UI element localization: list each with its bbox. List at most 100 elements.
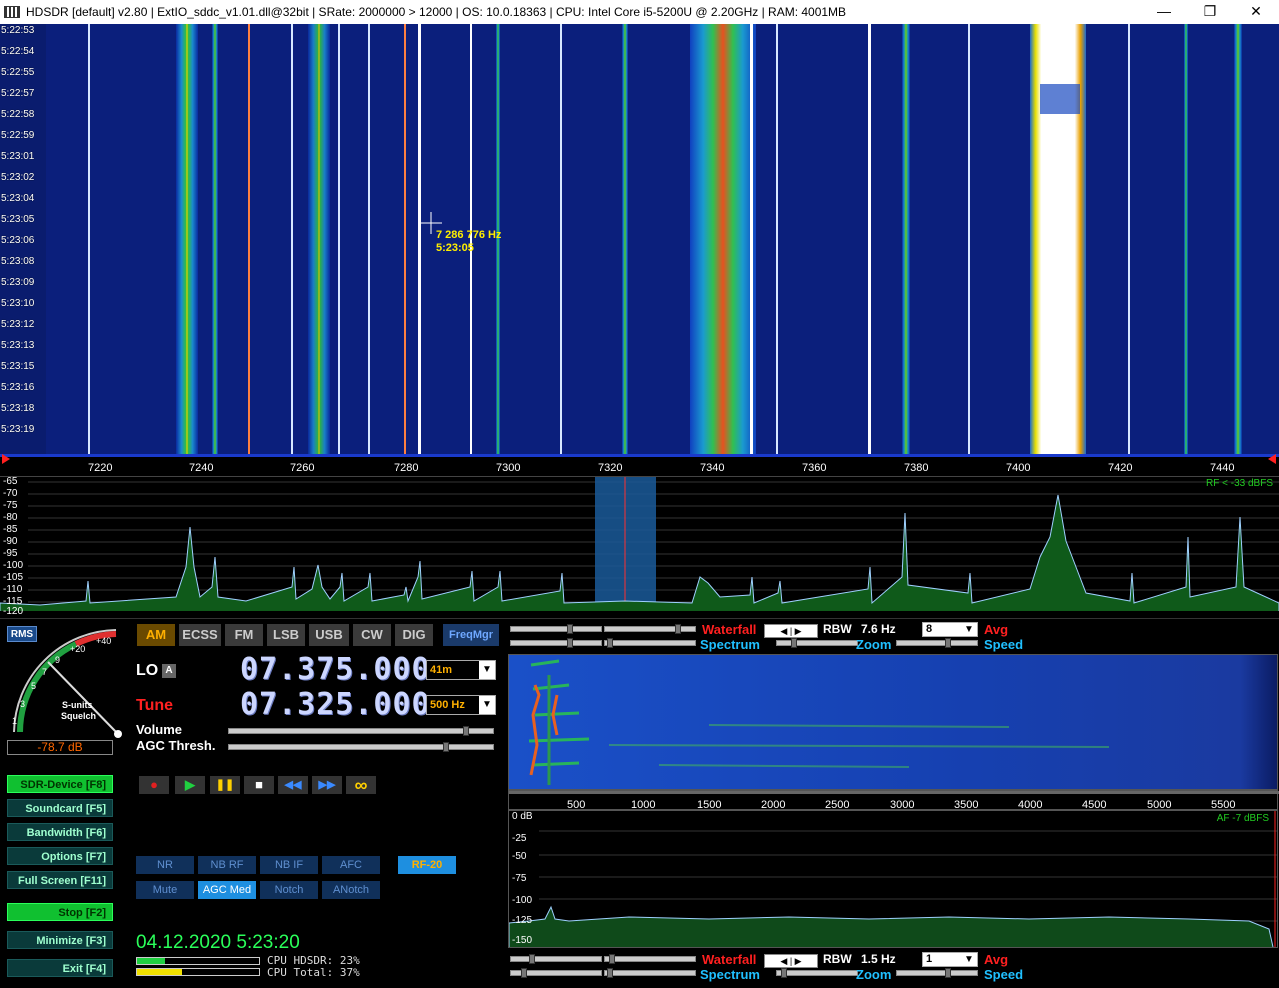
timestamp: 5:22:54 [1, 46, 35, 57]
chevron-down-icon[interactable]: ▼ [961, 953, 977, 966]
db-label: -70 [3, 488, 18, 499]
s-scale-9: 9 [55, 655, 61, 665]
stop-playback-button[interactable]: ■ [244, 776, 274, 794]
af-spectrum-slider-2[interactable] [604, 968, 696, 978]
signal-level-readout: -78.7 dB [7, 740, 113, 755]
af-spectrum[interactable]: 0 dB -25 -50 -75 -100 -125 -150 AF -7 dB… [508, 810, 1278, 948]
nb-rf-button[interactable]: NB RF [198, 856, 256, 874]
agc-slider-thumb[interactable] [443, 742, 449, 752]
rf-spectrum-label: Spectrum [700, 637, 760, 652]
rf-speed-slider[interactable] [896, 638, 978, 648]
rf-waterfall-controls: Waterfall Spectrum ◀ | ▶ RBW 7.6 Hz 8 ▼ A… [508, 622, 1279, 652]
tune-step-value: 500 Hz [430, 699, 465, 711]
db-label: -80 [3, 512, 18, 523]
af-zoom-slider[interactable] [776, 968, 858, 978]
mode-dig-button[interactable]: DIG [395, 624, 433, 646]
cpu-total-fill [137, 969, 183, 975]
rf-spectrum-slider-2[interactable] [604, 638, 696, 648]
rf-speed-label: Speed [984, 637, 1024, 652]
chevron-down-icon[interactable]: ▼ [961, 623, 977, 636]
lo-frequency-display[interactable]: 07.375.000 [240, 652, 431, 687]
play-button[interactable]: ▶ [175, 776, 205, 794]
mode-usb-button[interactable]: USB [309, 624, 349, 646]
fullscreen-button[interactable]: Full Screen [F11] [7, 871, 113, 889]
close-window-button[interactable]: ✕ [1233, 0, 1279, 24]
af-db-label: -75 [512, 873, 527, 884]
af-db-label: -150 [512, 935, 533, 946]
record-button[interactable]: ● [139, 776, 169, 794]
rf-rbw-value: 7.6 Hz [861, 622, 896, 636]
af-waterfall[interactable] [508, 654, 1278, 790]
mode-ecss-button[interactable]: ECSS [179, 624, 221, 646]
agc-thresh-slider[interactable] [228, 742, 494, 752]
rf-spectrum-slider-1[interactable] [510, 638, 602, 648]
mute-button[interactable]: Mute [136, 881, 194, 899]
nb-if-button[interactable]: NB IF [260, 856, 318, 874]
agc-med-button[interactable]: AGC Med [198, 881, 256, 899]
band-select[interactable]: 41m ▼ [426, 660, 496, 680]
rf-spectrum[interactable]: -65 -70 -75 -80 -85 -90 -95 -100 -105 -1… [0, 476, 1279, 618]
af-spectrum-slider-1[interactable] [510, 968, 602, 978]
rf-waterfall-canvas [0, 24, 1279, 454]
stop-button[interactable]: Stop [F2] [7, 903, 113, 921]
af-waterfall-slider-2[interactable] [604, 954, 696, 964]
rf-waterfall[interactable]: 5:22:53 5:22:54 5:22:55 5:22:57 5:22:58 … [0, 24, 1279, 454]
rf-avg-select[interactable]: 8 ▼ [922, 622, 978, 637]
timestamp: 5:23:13 [1, 340, 35, 351]
chevron-down-icon[interactable]: ▼ [479, 696, 495, 714]
volume-slider[interactable] [228, 726, 494, 736]
options-button[interactable]: Options [F7] [7, 847, 113, 865]
timestamp: 5:23:04 [1, 193, 35, 204]
rf-frequency-axis[interactable]: 7220 7240 7260 7280 7300 7320 7340 7360 … [0, 454, 1279, 476]
timestamp: 5:23:02 [1, 172, 35, 183]
rf-waterfall-slider-1[interactable] [510, 624, 602, 634]
anotch-button[interactable]: ANotch [322, 881, 380, 899]
volume-slider-thumb[interactable] [463, 726, 469, 736]
timestamp: 5:22:59 [1, 130, 35, 141]
rf-rbw-label: RBW [823, 622, 852, 636]
minimize-button[interactable]: Minimize [F3] [7, 931, 113, 949]
rbw-arrows[interactable]: ◀ | ▶ [764, 624, 818, 638]
rms-button[interactable]: RMS [7, 626, 37, 642]
freq-tick-label: 7280 [394, 462, 419, 474]
rf-20-button[interactable]: RF-20 [398, 856, 456, 874]
tune-frequency-display[interactable]: 07.325.000 [240, 687, 431, 722]
freqmgr-button[interactable]: FreqMgr [443, 624, 499, 646]
rewind-button[interactable]: ◀◀ [278, 776, 308, 794]
maximize-window-button[interactable]: ❐ [1187, 0, 1233, 24]
lo-a-badge[interactable]: A [162, 664, 176, 678]
freq-tick-label: 7380 [904, 462, 929, 474]
bandwidth-button[interactable]: Bandwidth [F6] [7, 823, 113, 841]
s-scale-40: +40 [96, 636, 112, 646]
loop-button[interactable]: ∞ [346, 776, 376, 794]
meter-needle [47, 661, 119, 735]
rf-waterfall-slider-2[interactable] [604, 624, 696, 634]
tune-step-select[interactable]: 500 Hz ▼ [426, 695, 496, 715]
af-waterfall-controls: Waterfall Spectrum ◀ | ▶ RBW 1.5 Hz 1 ▼ A… [508, 952, 1279, 982]
mode-am-button[interactable]: AM [137, 624, 175, 646]
sdr-device-button[interactable]: SDR-Device [F8] [7, 775, 113, 793]
mode-lsb-button[interactable]: LSB [267, 624, 305, 646]
af-rbw-arrows[interactable]: ◀ | ▶ [764, 954, 818, 968]
nr-button[interactable]: NR [136, 856, 194, 874]
freq-tick-label: 7360 [802, 462, 827, 474]
freq-tick-label: 7400 [1006, 462, 1031, 474]
cpu-hdsdr-bar [136, 957, 260, 965]
pause-button[interactable]: ❚❚ [210, 776, 240, 794]
af-speed-slider[interactable] [896, 968, 978, 978]
chevron-down-icon[interactable]: ▼ [479, 661, 495, 679]
rf-zoom-slider[interactable] [776, 638, 858, 648]
mode-fm-button[interactable]: FM [225, 624, 263, 646]
minimize-window-button[interactable]: — [1141, 0, 1187, 24]
af-db-label: -125 [512, 915, 533, 926]
exit-button[interactable]: Exit [F4] [7, 959, 113, 977]
af-waterfall-canvas [509, 655, 1277, 789]
af-frequency-axis[interactable]: 500 1000 1500 2000 2500 3000 3500 4000 4… [508, 790, 1279, 811]
afc-button[interactable]: AFC [322, 856, 380, 874]
mode-cw-button[interactable]: CW [353, 624, 391, 646]
af-avg-select[interactable]: 1 ▼ [922, 952, 978, 967]
soundcard-button[interactable]: Soundcard [F5] [7, 799, 113, 817]
notch-button[interactable]: Notch [260, 881, 318, 899]
fast-forward-button[interactable]: ▶▶ [312, 776, 342, 794]
af-waterfall-slider-1[interactable] [510, 954, 602, 964]
